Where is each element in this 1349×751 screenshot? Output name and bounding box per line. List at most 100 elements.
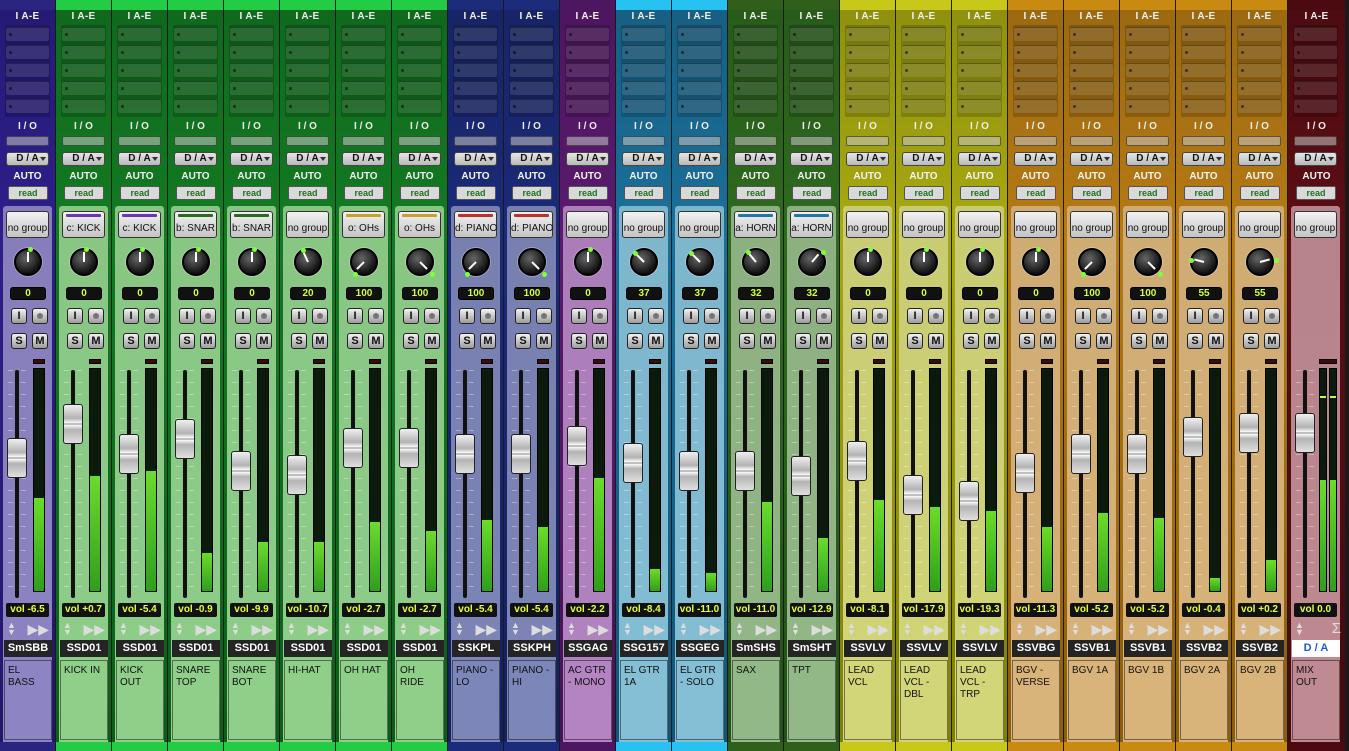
clip-indicator[interactable]: [1041, 359, 1053, 364]
output-selector[interactable]: D / A: [734, 152, 777, 166]
pan-knob[interactable]: [462, 248, 490, 278]
input-monitor-button[interactable]: I: [347, 308, 363, 324]
group-selector[interactable]: no group: [1182, 211, 1225, 238]
insert-slot[interactable]: [678, 27, 721, 41]
pan-knob[interactable]: [1134, 248, 1164, 278]
output-selector[interactable]: D / A: [790, 152, 833, 166]
input-selector[interactable]: [62, 136, 105, 146]
track-comment[interactable]: EL BASS: [4, 660, 52, 740]
input-monitor-button[interactable]: I: [571, 308, 587, 324]
pan-value[interactable]: 0: [962, 287, 998, 300]
insert-slot[interactable]: [1238, 27, 1281, 41]
insert-slot[interactable]: [902, 27, 945, 41]
input-monitor-button[interactable]: I: [459, 308, 475, 324]
send-arrows-icon[interactable]: ▶▶: [1091, 622, 1113, 636]
pan-value[interactable]: 37: [626, 287, 662, 300]
insert-slot[interactable]: [6, 63, 49, 77]
track-comment[interactable]: AC GTR - MONO: [564, 660, 612, 740]
group-selector[interactable]: b: SNAR: [174, 211, 217, 238]
input-monitor-button[interactable]: I: [179, 308, 195, 324]
automation-mode-button[interactable]: read: [1296, 186, 1336, 200]
insert-slot[interactable]: [1014, 63, 1057, 77]
solo-button[interactable]: S: [1075, 333, 1091, 349]
automation-mode-button[interactable]: read: [8, 186, 48, 200]
insert-slot[interactable]: [510, 99, 553, 113]
mute-button[interactable]: M: [648, 333, 664, 349]
insert-slot[interactable]: [398, 63, 441, 77]
insert-slot[interactable]: [1070, 27, 1113, 41]
input-selector[interactable]: [1294, 136, 1337, 146]
solo-button[interactable]: S: [1131, 333, 1147, 349]
input-selector[interactable]: [510, 136, 553, 146]
track-name[interactable]: SmSBB: [4, 640, 52, 657]
volume-fader[interactable]: [567, 426, 587, 467]
insert-slot[interactable]: [1014, 99, 1057, 113]
automation-mode-button[interactable]: read: [792, 186, 832, 200]
up-down-arrows-icon[interactable]: ▲ ▼: [287, 621, 296, 637]
record-enable-button[interactable]: [32, 308, 48, 324]
insert-slot[interactable]: [1070, 45, 1113, 59]
output-selector[interactable]: D / A: [902, 152, 945, 166]
insert-slot[interactable]: [1126, 81, 1169, 95]
up-down-arrows-icon[interactable]: ▲ ▼: [343, 621, 352, 637]
automation-mode-button[interactable]: read: [1184, 186, 1224, 200]
send-arrows-icon[interactable]: ▶▶: [195, 622, 217, 636]
insert-slot[interactable]: [902, 63, 945, 77]
input-selector[interactable]: [1126, 136, 1169, 146]
track-comment[interactable]: KICK OUT: [116, 660, 164, 740]
output-selector[interactable]: D / A: [286, 152, 329, 166]
output-selector[interactable]: D / A: [1182, 152, 1225, 166]
clip-indicator[interactable]: [593, 359, 605, 364]
record-enable-button[interactable]: [480, 308, 496, 324]
mute-button[interactable]: M: [872, 333, 888, 349]
output-selector[interactable]: D / A: [6, 152, 49, 166]
insert-slot[interactable]: [678, 63, 721, 77]
volume-fader[interactable]: [7, 437, 27, 478]
insert-slot[interactable]: [1126, 27, 1169, 41]
automation-mode-button[interactable]: read: [624, 186, 664, 200]
volume-readout[interactable]: vol -8.4: [622, 603, 665, 617]
track-comment[interactable]: SNARE TOP: [172, 660, 220, 740]
insert-slot[interactable]: [6, 27, 49, 41]
output-selector[interactable]: D / A: [566, 152, 609, 166]
input-monitor-button[interactable]: I: [515, 308, 531, 324]
track-comment[interactable]: SNARE BOT: [228, 660, 276, 740]
pan-knob[interactable]: [574, 246, 602, 276]
group-selector[interactable]: no group: [958, 211, 1001, 238]
clip-indicator[interactable]: [929, 359, 941, 364]
insert-slot[interactable]: [286, 99, 329, 113]
pan-value[interactable]: 100: [514, 287, 550, 300]
clip-indicator[interactable]: [649, 359, 661, 364]
send-arrows-icon[interactable]: ▶▶: [923, 622, 945, 636]
up-down-arrows-icon[interactable]: ▲ ▼: [119, 621, 128, 637]
volume-readout[interactable]: vol -5.2: [1070, 603, 1113, 617]
clip-indicator[interactable]: [313, 359, 325, 364]
solo-button[interactable]: S: [515, 333, 531, 349]
up-down-arrows-icon[interactable]: ▲ ▼: [175, 621, 184, 637]
track-comment[interactable]: LEAD VCL - TRP: [956, 660, 1004, 740]
insert-slot[interactable]: [454, 45, 497, 59]
insert-slot[interactable]: [1014, 45, 1057, 59]
insert-slot[interactable]: [510, 63, 553, 77]
volume-readout[interactable]: vol +0.7: [62, 603, 105, 617]
pan-value[interactable]: 0: [178, 287, 214, 300]
insert-slot[interactable]: [734, 27, 777, 41]
solo-button[interactable]: S: [403, 333, 419, 349]
pan-knob[interactable]: [182, 246, 210, 276]
insert-slot[interactable]: [1070, 63, 1113, 77]
group-selector[interactable]: o: OHs: [398, 211, 441, 238]
solo-button[interactable]: S: [459, 333, 475, 349]
record-enable-button[interactable]: [88, 308, 104, 324]
insert-slot[interactable]: [118, 99, 161, 113]
track-comment[interactable]: LEAD VCL - DBL: [900, 660, 948, 740]
pan-knob[interactable]: [126, 246, 154, 276]
record-enable-button[interactable]: [536, 308, 552, 324]
insert-slot[interactable]: [1294, 27, 1337, 41]
record-enable-button[interactable]: [592, 308, 608, 324]
insert-slot[interactable]: [790, 45, 833, 59]
input-monitor-button[interactable]: I: [1075, 308, 1091, 324]
output-selector[interactable]: D / A: [622, 152, 665, 166]
pan-knob[interactable]: [518, 248, 548, 278]
clip-indicator[interactable]: [1097, 359, 1109, 364]
output-selector[interactable]: D / A: [174, 152, 217, 166]
